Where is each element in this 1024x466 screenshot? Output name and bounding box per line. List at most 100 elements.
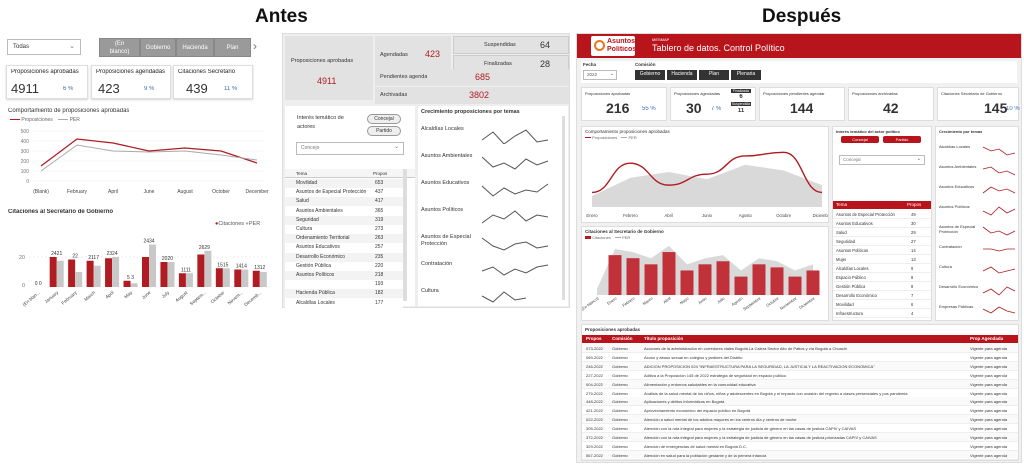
crecimiento-item-label: Alcaldías Locales (939, 144, 971, 149)
bar-chart-legend: Citaciones PER (585, 235, 630, 240)
x-tick-label: Agosto (731, 295, 745, 307)
sparkline-line (982, 266, 1016, 274)
tema-name: Infraestructura (836, 311, 863, 316)
kpi-label: Agendadas (380, 52, 408, 58)
x-tick-label: Noviembre (779, 295, 798, 311)
cell-comision: Gobierno (612, 399, 629, 405)
tab-plenaria[interactable]: Plenaria (731, 70, 761, 80)
after-table-card: Proposiciones aprobadas Propos Comisión … (581, 324, 1019, 461)
tab-hacienda[interactable]: Hacienda (176, 38, 214, 57)
bar-citaciones (788, 276, 802, 295)
tab-en-blanco[interactable]: (En blanco) (99, 38, 140, 57)
tema-count: 273 (375, 226, 384, 232)
cell-prop-agendada: Vigente para agenda (970, 399, 1008, 405)
tema-count: 49 (911, 212, 916, 217)
table-row: 073-2022 Gobierno Acciones de la administr… (582, 344, 1018, 353)
partido-button[interactable]: Partido (883, 136, 921, 143)
data-label: 2434 (143, 239, 154, 245)
cell-prop-agendada: Vigente para agenda (970, 363, 1008, 369)
mini-kpi-label: Finalizada (731, 89, 751, 93)
tema-name: Asuntos de Especial Protección (836, 212, 895, 217)
chevron-down-icon: ⌄ (393, 144, 399, 150)
before-left-panel: Todas ⌄ (En blanco) Gobierno Hacienda Pl… (3, 33, 271, 308)
tema-count: 13 (911, 257, 916, 262)
tema-count: 8 (911, 275, 914, 280)
filters-row: Fecha 2022 ⌄ Comisión Gobierno Hacienda … (581, 61, 1017, 83)
cell-titulo: Aprovechamiento económico del espacio pú… (644, 408, 751, 414)
bar-per (112, 257, 120, 287)
x-tick-label: Decemb... (243, 290, 262, 307)
x-tick-label: January (44, 289, 60, 304)
per-area (592, 164, 822, 207)
tema-row: Asuntos Ambientales 365 (285, 206, 403, 216)
crecimiento-item-label: Asuntos Políticos (939, 204, 970, 209)
tema-name: Mujer (836, 257, 847, 262)
tema-table-header: Tema Propos (833, 201, 931, 209)
tema-count: 14 (911, 248, 916, 253)
tema-row: Alcaldías Locales 177 (285, 298, 403, 308)
sparkline (481, 183, 549, 197)
cell-propos: 004-2022 (586, 381, 603, 387)
concejal-button[interactable]: Concejal (367, 114, 401, 124)
mini-kpi-label: Suspendida (731, 102, 751, 106)
kpi-value: 423 (98, 81, 120, 96)
x-tick-label: Octubre (765, 295, 780, 308)
cell-titulo: Atención con la ruta integral para mujer… (644, 426, 857, 432)
concejal-button[interactable]: Concejal (841, 136, 879, 143)
scrollbar[interactable] (403, 169, 407, 301)
x-tick-label: Novem... (227, 290, 244, 306)
x-tick-label: October (212, 189, 230, 195)
legend-swatch (10, 119, 20, 121)
scrollbar[interactable] (562, 116, 565, 300)
bar-per (222, 268, 230, 287)
bar-per (259, 272, 267, 287)
kpi-pendientes-box: Pendientes agenda 685 (375, 69, 569, 86)
table-title: Proposiciones aprobadas (585, 327, 641, 332)
sparkline (982, 286, 1016, 296)
tema-row: Asuntos de Especial Protección 437 (285, 188, 403, 198)
series-line-1 (40, 144, 258, 172)
tema-count: 257 (375, 244, 384, 251)
tema-select[interactable]: Concejo ⌄ (296, 142, 404, 155)
tab-gobierno[interactable]: Gobierno (635, 70, 665, 80)
sparkline (481, 129, 549, 144)
legend-swatch (614, 237, 621, 239)
after-panel: Asuntos Políticos MESMAP Tablero de dato… (576, 33, 1022, 463)
kpi-card-agendadas: Proposiciones agendadas 423 9 % (91, 65, 171, 99)
header-tema: Tema (296, 171, 308, 176)
logo-line1: Asuntos (607, 38, 635, 45)
sparkline-line (982, 306, 1016, 314)
cell-propos: 069-2022 (586, 354, 603, 360)
table-row: 227-2022 Gobierno Aditiva a la Proposición… (582, 370, 1018, 380)
tab-plan[interactable]: Plan (214, 38, 251, 57)
cell-prop-agendada: Vigente para agenda (970, 372, 1008, 378)
crecimiento-item-label: Asuntos de Especial Protección (421, 234, 471, 247)
bar-citaciones (49, 257, 57, 287)
tema-count: 218 (375, 272, 384, 278)
tab-plan[interactable]: Plan (699, 70, 729, 80)
bar-citaciones (626, 258, 640, 295)
before-mid-panel: Proposiciones aprobadas 4911 Agendadas 4… (282, 33, 570, 308)
tema-name: Cultura (296, 226, 313, 232)
tema-name: Desarrollo Económico (836, 293, 877, 298)
sparkline-line (481, 129, 549, 144)
tema-count: 193 (375, 281, 384, 288)
fecha-select[interactable]: 2022 ⌄ (583, 70, 617, 80)
cell-prop-agendada: Vigente para agenda (970, 354, 1008, 360)
tema-row: Asuntos Educativos 257 (285, 243, 403, 253)
kpi-card-aprobadas: Proposiciones aprobadas 4911 6 % (6, 65, 88, 99)
tema-count: 30 (911, 221, 916, 226)
sparkline (982, 306, 1016, 314)
tema-count: 9 (911, 266, 914, 271)
partido-button[interactable]: Partido (367, 126, 401, 136)
chevron-right-icon[interactable]: › (253, 39, 257, 53)
filter-dropdown[interactable]: Todas ⌄ (7, 39, 81, 55)
tema-select[interactable]: Concejal ⌄ (839, 155, 925, 165)
kpi-label: Proposiciones archivadas (852, 91, 898, 96)
cell-prop-agendada: Vigente para agenda (970, 390, 1008, 396)
heading-before: Antes (255, 6, 308, 27)
cell-comision: Gobierno (612, 354, 629, 360)
tab-gobierno[interactable]: Gobierno (140, 38, 176, 57)
tab-hacienda[interactable]: Hacienda (667, 70, 697, 80)
data-label: 5 3 (127, 275, 134, 281)
